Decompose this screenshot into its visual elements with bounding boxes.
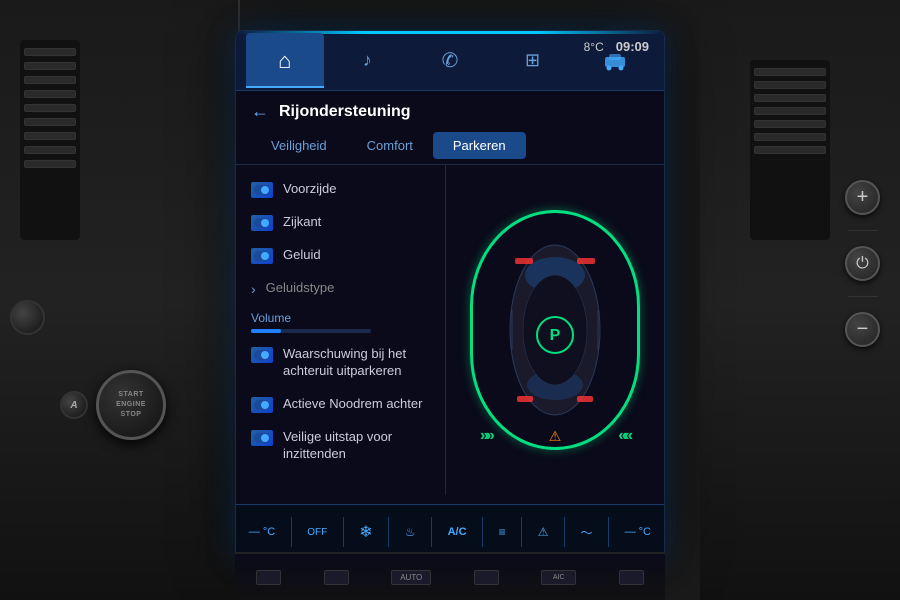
sep4 bbox=[431, 517, 432, 547]
arrow-icon-geluidstype: › bbox=[251, 280, 256, 298]
sep6 bbox=[521, 517, 522, 547]
menu-item-geluidstype[interactable]: › Geluidstype bbox=[236, 272, 445, 306]
sep3 bbox=[388, 517, 389, 547]
menu-item-geluid[interactable]: Geluid bbox=[236, 239, 445, 272]
vent-left bbox=[20, 40, 80, 240]
tab-veiligheid[interactable]: Veiligheid bbox=[251, 132, 347, 159]
right-panel: + ⏻ − bbox=[700, 0, 900, 600]
volume-label: Volume bbox=[251, 311, 430, 325]
nav-tab-phone[interactable]: ✆ bbox=[411, 33, 489, 88]
tab-parkeren[interactable]: Parkeren bbox=[433, 132, 526, 159]
minus-button[interactable]: − bbox=[845, 312, 880, 347]
sep5 bbox=[482, 517, 483, 547]
right-controls: + ⏻ − bbox=[845, 180, 880, 347]
arrows-right: «« bbox=[618, 427, 630, 445]
toggle-icon-zijkant bbox=[251, 215, 273, 231]
warning-center: ⚠ bbox=[549, 428, 562, 445]
bottom-ac[interactable]: A/C bbox=[448, 526, 467, 538]
bottom-off[interactable]: OFF bbox=[307, 527, 327, 538]
bottom-fan[interactable]: ❄ bbox=[359, 522, 372, 542]
menu-label-geluid: Geluid bbox=[283, 247, 430, 264]
sub-tabs: Veiligheid Comfort Parkeren bbox=[236, 127, 664, 165]
sep1 bbox=[291, 517, 292, 547]
toggle-icon-noodrem bbox=[251, 397, 273, 413]
toggle-icon-voorzijde bbox=[251, 182, 273, 198]
content-header: ← Rijondersteuning bbox=[236, 91, 664, 127]
toggle-icon-geluid bbox=[251, 248, 273, 264]
start-label: STARTENGINESTOP bbox=[116, 390, 146, 419]
nav-bar: 8°C 09:09 ⌂ ♪ ✆ ⊞ bbox=[236, 31, 664, 91]
menu-item-voorzijde[interactable]: Voorzijde bbox=[236, 173, 445, 206]
page-title: Rijondersteuning bbox=[279, 103, 411, 121]
power-button[interactable]: ⏻ bbox=[845, 246, 880, 281]
a-button[interactable]: A bbox=[60, 391, 88, 419]
plus-button[interactable]: + bbox=[845, 180, 880, 215]
menu-label-waarschuwing: Waarschuwing bij het achteruit uitparker… bbox=[283, 346, 430, 380]
menu-label-noodrem: Actieve Noodrem achter bbox=[283, 396, 430, 413]
bottom-bar: — °C OFF ❄ ♨ A/C ≡ ⚠ bbox=[236, 504, 664, 559]
knob-area bbox=[10, 300, 45, 335]
sep7 bbox=[564, 517, 565, 547]
volume-section: Volume bbox=[236, 306, 445, 338]
car-oval bbox=[470, 210, 640, 450]
bottom-seat[interactable]: ♨ bbox=[405, 525, 416, 539]
phys-btn-2[interactable] bbox=[324, 570, 349, 585]
start-stop-area: A STARTENGINESTOP bbox=[60, 370, 166, 440]
nav-tab-car[interactable] bbox=[576, 33, 654, 88]
start-engine-button[interactable]: STARTENGINESTOP bbox=[96, 370, 166, 440]
sep2 bbox=[343, 517, 344, 547]
menu-list: Voorzijde Zijkant Geluid bbox=[236, 165, 446, 495]
bottom-heat[interactable]: ≡ bbox=[499, 525, 506, 539]
menu-item-waarschuwing[interactable]: Waarschuwing bij het achteruit uitparker… bbox=[236, 338, 445, 388]
dashboard: A STARTENGINESTOP + ⏻ − bbox=[0, 0, 900, 600]
menu-item-noodrem[interactable]: Actieve Noodrem achter bbox=[236, 388, 445, 421]
volume-bar-fill bbox=[251, 329, 281, 333]
menu-label-uitstap: Veilige uitstap voor inzittenden bbox=[283, 429, 430, 463]
knob-small[interactable] bbox=[10, 300, 45, 335]
nav-tab-apps[interactable]: ⊞ bbox=[494, 33, 572, 88]
main-screen: 8°C 09:09 ⌂ ♪ ✆ ⊞ ← Rijondersteuning bbox=[235, 30, 665, 560]
content-area: ← Rijondersteuning Veiligheid Comfort Pa… bbox=[236, 91, 664, 504]
volume-bar-bg bbox=[251, 329, 371, 333]
divider bbox=[848, 230, 878, 231]
menu-label-geluidstype: Geluidstype bbox=[266, 280, 430, 297]
nav-tab-media[interactable]: ♪ bbox=[329, 33, 407, 88]
phys-btn-1[interactable] bbox=[256, 570, 281, 585]
arrows-left: »» bbox=[480, 427, 492, 445]
menu-item-uitstap[interactable]: Veilige uitstap voor inzittenden bbox=[236, 421, 445, 471]
toggle-icon-waarschuwing bbox=[251, 347, 273, 363]
toggle-icon-uitstap bbox=[251, 430, 273, 446]
back-button[interactable]: ← bbox=[251, 101, 269, 122]
bottom-temp-left[interactable]: — °C bbox=[249, 526, 275, 538]
aic-btn[interactable]: AIC bbox=[541, 570, 576, 585]
sep8 bbox=[608, 517, 609, 547]
divider2 bbox=[848, 296, 878, 297]
bottom-defrost[interactable]: ⚠ bbox=[538, 525, 549, 539]
auto-btn[interactable]: AUTO bbox=[391, 570, 431, 585]
left-panel: A STARTENGINESTOP bbox=[0, 0, 240, 600]
vent-right bbox=[750, 60, 830, 240]
bottom-temp-right[interactable]: — °C bbox=[625, 526, 651, 538]
car-visual: P »» ⚠ «« bbox=[446, 165, 664, 495]
tab-comfort[interactable]: Comfort bbox=[347, 132, 433, 159]
menu-label-zijkant: Zijkant bbox=[283, 214, 430, 231]
menu-label-voorzijde: Voorzijde bbox=[283, 181, 430, 198]
content-split: Voorzijde Zijkant Geluid bbox=[236, 165, 664, 495]
nav-tab-home[interactable]: ⌂ bbox=[246, 33, 324, 88]
phys-btn-4[interactable] bbox=[619, 570, 644, 585]
phys-btn-3[interactable] bbox=[474, 570, 499, 585]
bottom-air[interactable]: 〜 bbox=[581, 524, 593, 541]
menu-item-zijkant[interactable]: Zijkant bbox=[236, 206, 445, 239]
physical-bottom-strip: AUTO AIC bbox=[235, 552, 665, 600]
